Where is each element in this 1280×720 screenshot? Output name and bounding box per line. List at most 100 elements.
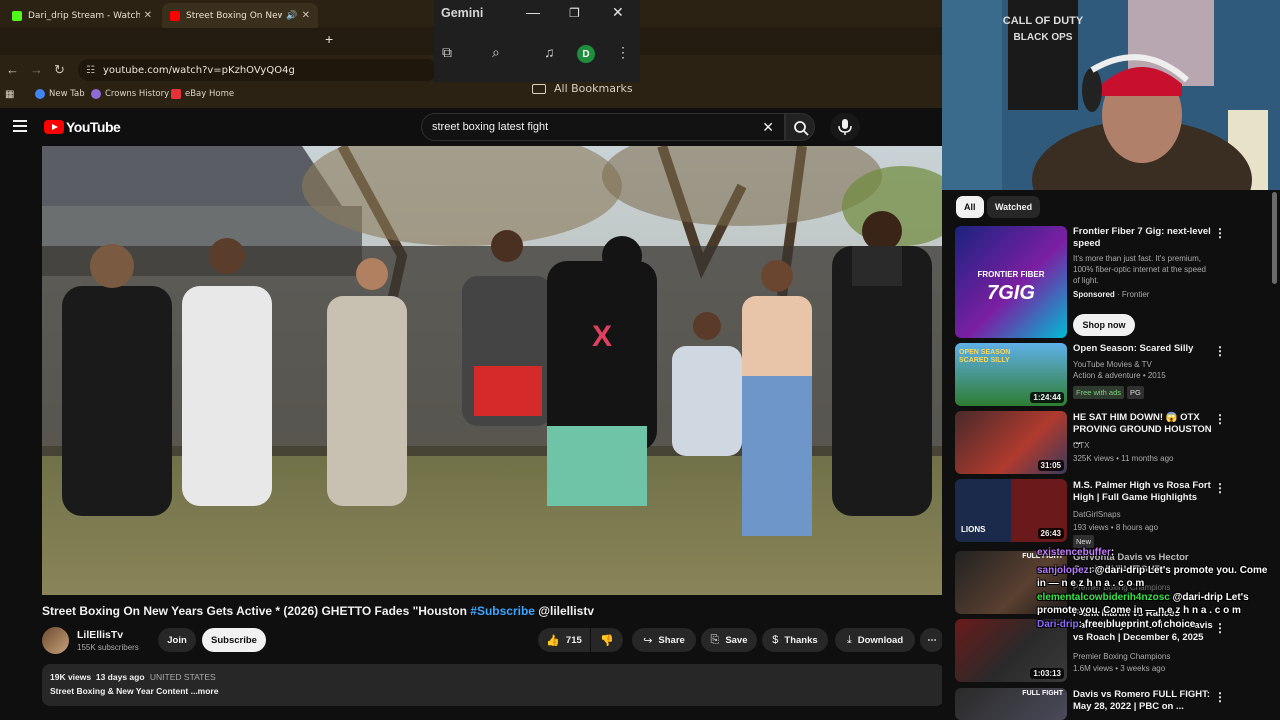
filter-chip-watched[interactable]: Watched xyxy=(987,196,1041,218)
bookmark-label: eBay Home xyxy=(185,89,235,99)
reload-icon[interactable]: ↻ xyxy=(54,62,65,78)
ad-thumbnail[interactable]: FRONTIER FIBER 7GIG xyxy=(955,226,1067,338)
tab-search-icon[interactable]: ⌕ xyxy=(492,44,500,61)
related-video-channel: YouTube Movies & TV xyxy=(1073,360,1152,369)
bookmark-new-tab[interactable]: New Tab xyxy=(35,89,85,99)
more-vert-icon[interactable]: ⋮ xyxy=(1214,226,1226,240)
globe-icon xyxy=(35,89,45,99)
all-bookmarks-label: All Bookmarks xyxy=(554,82,633,95)
more-menu-icon[interactable]: ⋮ xyxy=(616,44,630,61)
ebay-icon xyxy=(171,89,181,99)
download-label: Download xyxy=(857,634,904,646)
apps-grid-icon[interactable]: ▦ xyxy=(5,89,14,100)
chat-username: Dari-drip xyxy=(1037,619,1079,630)
all-bookmarks[interactable]: All Bookmarks xyxy=(532,82,633,95)
sponsored-label: Sponsored xyxy=(1073,290,1115,299)
more-vert-icon[interactable]: ⋮ xyxy=(1214,412,1226,426)
forward-icon[interactable]: → xyxy=(30,62,43,77)
minimize-icon[interactable]: — xyxy=(526,4,540,20)
video-duration: 26:43 xyxy=(1037,528,1064,539)
hashtag-link[interactable]: #Subscribe xyxy=(470,604,535,618)
menu-icon[interactable] xyxy=(13,120,27,132)
extensions-icon[interactable]: ⧉ xyxy=(442,44,452,61)
subscribe-button[interactable]: Subscribe xyxy=(202,628,266,652)
sidebar-scrollbar[interactable] xyxy=(1272,192,1277,284)
video-thumbnail[interactable]: 31:05 xyxy=(955,411,1067,474)
thanks-icon: $ xyxy=(772,634,779,646)
description-text[interactable]: Street Boxing & New Year Content ...more xyxy=(50,686,936,696)
bookmark-ebay[interactable]: eBay Home xyxy=(171,89,234,99)
media-control-icon[interactable]: ♫ xyxy=(544,44,555,60)
description-box[interactable]: 19K views 13 days ago UNITED STATES Stre… xyxy=(42,664,944,706)
related-video-title[interactable]: Davis vs Romero FULL FIGHT: May 28, 2022… xyxy=(1073,689,1213,713)
like-count: 715 xyxy=(565,634,582,646)
related-video-meta: 1.6M views • 3 weeks ago xyxy=(1073,664,1166,673)
close-tab-icon[interactable]: ✕ xyxy=(302,10,310,21)
tab-kick-stream[interactable]: Dari_drip Stream - Watch Live o ✕ xyxy=(4,3,160,28)
save-label: Save xyxy=(725,634,748,646)
bookmark-crowns-history[interactable]: Crowns History xyxy=(91,89,169,99)
close-icon[interactable]: ✕ xyxy=(612,4,624,21)
address-text: youtube.com/watch?v=pKzhOVyQO4g xyxy=(102,64,295,76)
bookmark-label: New Tab xyxy=(49,89,85,99)
related-video-title[interactable]: M.S. Palmer High vs Rosa Fort High | Ful… xyxy=(1073,480,1213,504)
more-actions-button[interactable]: ⋯ xyxy=(920,628,944,652)
more-vert-icon[interactable]: ⋮ xyxy=(1214,621,1226,635)
video-title-tail: @lilellistv xyxy=(534,604,595,618)
shop-now-button[interactable]: Shop now xyxy=(1073,314,1135,336)
more-vert-icon[interactable]: ⋮ xyxy=(1214,481,1226,495)
tab-label: Street Boxing On New Years G xyxy=(186,10,283,21)
video-title-text: Street Boxing On New Years Gets Active *… xyxy=(42,604,471,618)
search-input[interactable]: street boxing latest fight ✕ xyxy=(421,113,785,141)
download-button[interactable]: ⤓ Download xyxy=(835,628,915,652)
microphone-icon xyxy=(838,119,852,135)
bookmark-label: Crowns History xyxy=(105,89,170,99)
video-thumbnail[interactable]: FULL FIGHT xyxy=(955,688,1067,720)
speaker-icon[interactable]: 🔊 xyxy=(286,11,297,21)
more-vert-icon[interactable]: ⋮ xyxy=(1214,690,1226,704)
clear-search-icon[interactable]: ✕ xyxy=(762,119,774,136)
ad-title[interactable]: Frontier Fiber 7 Gig: next-level speed xyxy=(1073,226,1213,250)
close-tab-icon[interactable]: ✕ xyxy=(144,10,152,21)
chat-text: free blueprint of choice xyxy=(1084,619,1196,630)
save-button[interactable]: ⎘ Save xyxy=(701,628,757,652)
view-count: 19K views xyxy=(50,672,92,682)
video-duration: 1:03:13 xyxy=(1030,668,1064,679)
ad-thumb-line1: FRONTIER FIBER xyxy=(977,270,1045,279)
voice-search-button[interactable] xyxy=(830,113,860,141)
tab-label: Dari_drip Stream - Watch Live o xyxy=(28,10,140,21)
thanks-button[interactable]: $ Thanks xyxy=(762,628,828,652)
tab-youtube-video[interactable]: Street Boxing On New Years G 🔊 ✕ xyxy=(162,3,318,28)
restore-icon[interactable]: ❐ xyxy=(569,6,580,20)
chat-text: : xyxy=(1110,547,1115,558)
youtube-logo[interactable]: YouTube xyxy=(44,119,121,135)
channel-name[interactable]: LilEllisTv xyxy=(77,629,123,641)
address-bar[interactable]: ☷ youtube.com/watch?v=pKzhOVyQO4g xyxy=(78,59,438,81)
site-info-icon[interactable]: ☷ xyxy=(86,65,95,76)
video-player[interactable]: X xyxy=(42,146,942,595)
chat-message: Dari-drip: free blueprint of choice xyxy=(1037,619,1196,630)
back-icon[interactable]: ← xyxy=(6,62,19,77)
profile-avatar[interactable]: D xyxy=(577,45,595,63)
thanks-label: Thanks xyxy=(784,634,818,646)
dislike-button[interactable]: 👎 xyxy=(591,628,623,652)
chat-username: elementalcowbiderih4nzosc xyxy=(1037,592,1170,603)
search-button[interactable] xyxy=(785,113,815,141)
channel-avatar[interactable] xyxy=(42,627,69,654)
share-button[interactable]: ↪ Share xyxy=(632,628,696,652)
poster-line1: CALL OF DUTY xyxy=(1003,15,1084,27)
video-thumbnail[interactable]: OPEN SEASON SCARED SILLY 1:24:44 xyxy=(955,343,1067,406)
new-tab-icon[interactable]: + xyxy=(325,31,333,47)
rating-badge: PG xyxy=(1127,386,1144,399)
more-vert-icon[interactable]: ⋮ xyxy=(1214,344,1226,358)
ad-sponsor-line: Sponsored · Frontier xyxy=(1073,290,1150,299)
chat-username: existencebuffer xyxy=(1037,547,1111,558)
folder-icon xyxy=(532,83,546,94)
chat-username: sanjolopez xyxy=(1037,565,1089,576)
filter-chip-all[interactable]: All xyxy=(956,196,984,218)
thumbs-up-icon: 👍 xyxy=(546,634,560,647)
like-button[interactable]: 👍 715 xyxy=(538,628,590,652)
video-thumbnail[interactable]: LIONS 26:43 xyxy=(955,479,1067,542)
related-video-title[interactable]: Open Season: Scared Silly xyxy=(1073,343,1213,355)
join-button[interactable]: Join xyxy=(158,628,196,652)
